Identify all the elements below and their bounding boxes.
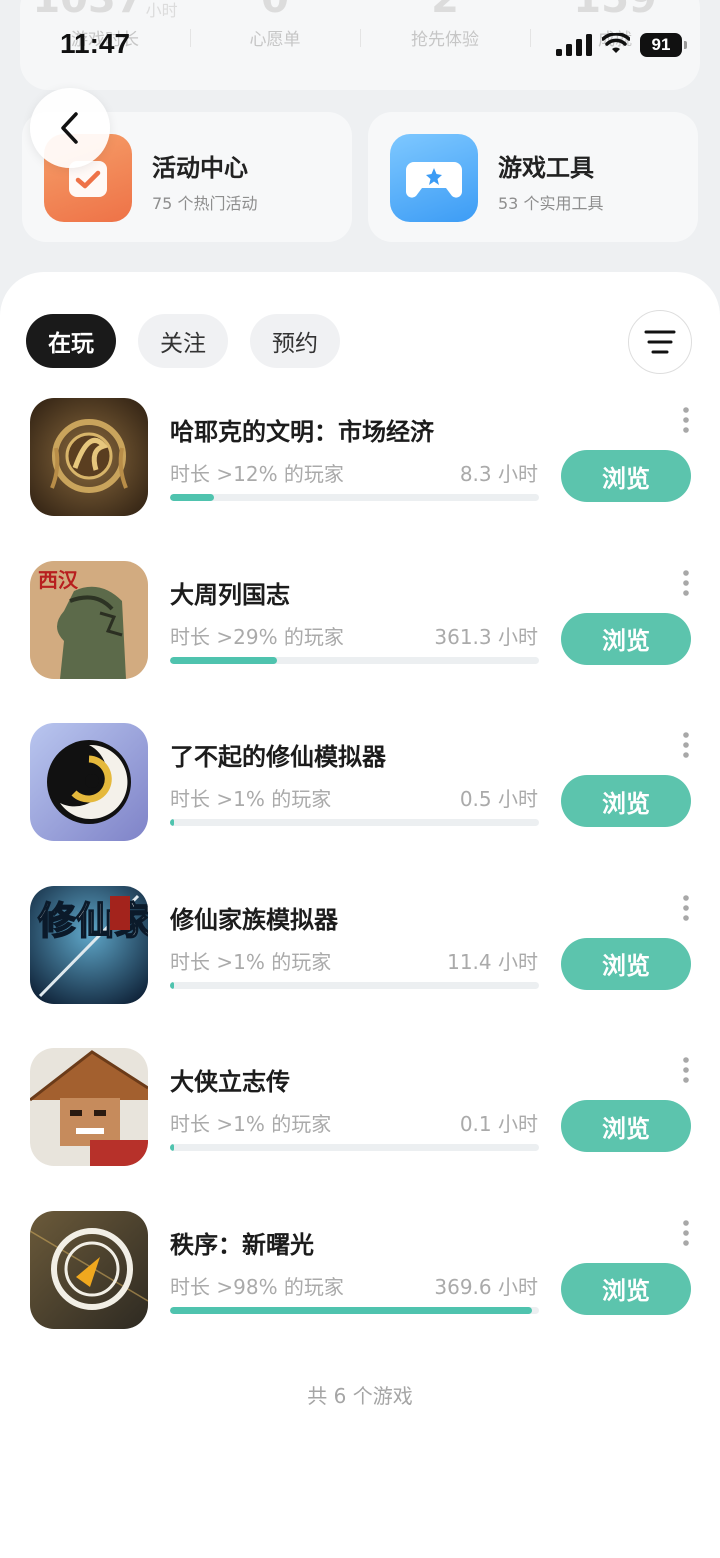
game-name: 秩序：新曙光 [170,1230,314,1259]
game-hours: 11.4 小时 [447,949,538,974]
game-percentile: 时长 >1% 的玩家 [170,1112,332,1136]
list-item[interactable]: 修仙家族 修仙家族模拟器 时长 >1% 的玩家 11.4 小时 浏览 [0,885,720,1049]
more-options-icon[interactable] [676,569,696,597]
gamepad-icon [390,134,478,222]
game-tools-title: 游戏工具 [498,154,594,182]
game-name: 了不起的修仙模拟器 [170,743,386,771]
activity-center-subtitle: 75 个热门活动 [152,194,258,213]
tab-bar: 在玩 关注 预约 [26,314,340,368]
list-item[interactable]: 大侠立志传 时长 >1% 的玩家 0.1 小时 浏览 [0,1048,720,1211]
icon-text-xiuxian-family: 修仙家族 [38,898,148,943]
browse-button[interactable]: 浏览 [561,450,691,502]
games-panel: 在玩 关注 预约 哈耶克的文明：市场经济 时长 >12% 的玩家 8.3 小时 … [0,272,720,1558]
playtime-progress-fill [170,819,174,826]
more-options-icon[interactable] [676,894,696,922]
browse-button[interactable]: 浏览 [561,1100,691,1152]
game-icon-xiuxian-family[interactable]: 修仙家族 [30,885,148,1004]
playtime-progress-fill [170,1144,174,1151]
list-item[interactable]: 西汉 大周列国志 时长 >29% 的玩家 361.3 小时 浏览 [0,560,720,724]
game-count-footer: 共 6 个游戏 [307,1384,413,1408]
game-name: 哈耶克的文明：市场经济 [170,418,434,446]
game-percentile: 时长 >98% 的玩家 [170,1274,344,1299]
playtime-progress [170,656,539,664]
cellular-signal-icon [556,34,592,56]
game-hours: 361.3 小时 [434,624,538,649]
game-percentile: 时长 >1% 的玩家 [170,787,332,811]
tab-following[interactable]: 关注 [138,314,228,368]
game-tools-card[interactable]: 游戏工具 53 个实用工具 [368,112,698,242]
more-options-icon[interactable] [676,731,696,759]
list-item[interactable]: 哈耶克的文明：市场经济 时长 >12% 的玩家 8.3 小时 浏览 [0,398,720,561]
filter-lines-icon [644,330,676,354]
game-icon-daxia[interactable] [30,1048,148,1166]
tab-reserved[interactable]: 预约 [250,314,340,368]
more-options-icon[interactable] [676,1056,696,1084]
game-name: 大周列国志 [170,580,290,609]
game-name: 修仙家族模拟器 [170,905,338,934]
playtime-progress [170,981,539,989]
wifi-icon [602,33,630,53]
back-button[interactable] [30,88,110,168]
more-options-icon[interactable] [676,1219,696,1247]
game-hours: 0.5 小时 [459,787,538,811]
playtime-progress [170,1144,539,1151]
chevron-left-icon [61,112,78,144]
list-item[interactable]: 秩序：新曙光 时长 >98% 的玩家 369.6 小时 浏览 [0,1210,720,1374]
game-percentile: 时长 >12% 的玩家 [170,462,344,486]
game-hours: 8.3 小时 [459,462,538,486]
playtime-progress [170,819,539,826]
icon-text-xihan: 西汉 [38,568,79,592]
playtime-progress-fill [170,1306,532,1314]
game-icon-dazhou[interactable]: 西汉 [30,560,148,679]
playtime-progress-fill [170,981,174,989]
game-icon-hayek[interactable] [30,398,148,516]
tab-playing[interactable]: 在玩 [26,314,116,368]
playtime-progress-fill [170,656,277,664]
battery-indicator: 91 [640,33,687,57]
browse-button[interactable]: 浏览 [561,937,691,990]
list-item[interactable]: 了不起的修仙模拟器 时长 >1% 的玩家 0.5 小时 浏览 [0,723,720,886]
game-tools-subtitle: 53 个实用工具 [498,194,604,213]
browse-button[interactable]: 浏览 [561,775,691,827]
browse-button[interactable]: 浏览 [561,612,691,665]
game-icon-zhixu[interactable] [30,1210,148,1329]
game-list: 哈耶克的文明：市场经济 时长 >12% 的玩家 8.3 小时 浏览 西汉 大周列… [0,398,720,1373]
game-hours: 0.1 小时 [459,1112,538,1136]
game-percentile: 时长 >1% 的玩家 [170,949,332,974]
game-name: 大侠立志传 [170,1068,290,1096]
game-icon-xiuxian[interactable] [30,723,148,841]
activity-center-title: 活动中心 [152,154,248,182]
playtime-progress [170,1306,539,1314]
playtime-progress [170,494,539,501]
status-bar: 11:47 91 [0,0,720,92]
playtime-progress-fill [170,494,215,501]
browse-button[interactable]: 浏览 [561,1262,691,1315]
filter-button[interactable] [628,310,692,374]
game-hours: 369.6 小时 [434,1274,538,1299]
status-time: 11:47 [60,28,131,59]
more-options-icon[interactable] [676,406,696,434]
game-percentile: 时长 >29% 的玩家 [170,624,344,649]
